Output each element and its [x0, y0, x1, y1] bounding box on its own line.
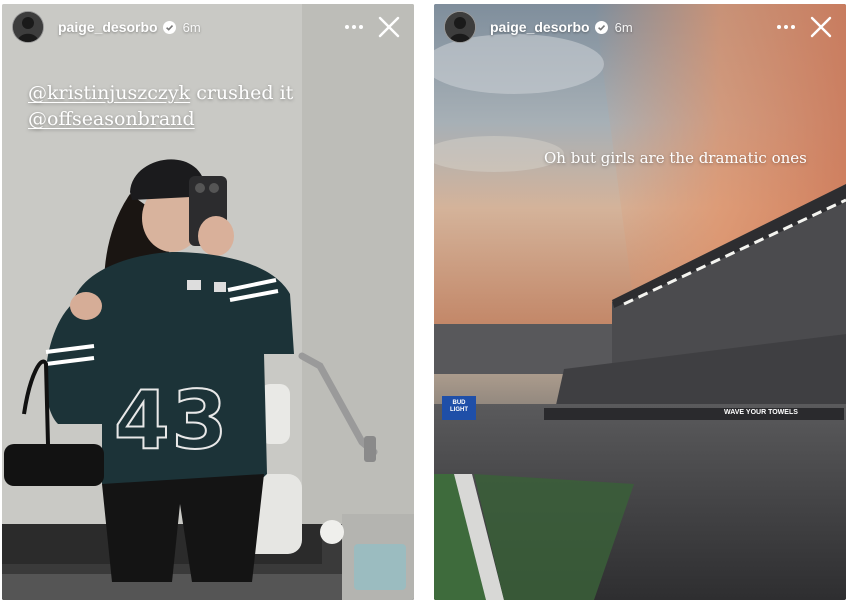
avatar[interactable]	[444, 11, 476, 43]
username[interactable]: paige_desorbo	[490, 19, 590, 35]
verified-badge-icon	[162, 20, 176, 34]
ad-sign-towels: WAVE YOUR TOWELS	[724, 409, 798, 416]
avatar[interactable]	[12, 11, 44, 43]
verified-badge-icon	[594, 20, 608, 34]
more-options-button[interactable]	[772, 17, 800, 37]
more-horizontal-icon	[777, 25, 795, 29]
post-time: 6m	[182, 19, 201, 35]
story-header: paige_desorbo 6m	[12, 10, 404, 44]
story-caption: Oh but girls are the dramatic ones	[544, 149, 807, 167]
mention-link[interactable]: @offseasonbrand	[28, 108, 195, 130]
jacket-number: 43	[113, 373, 230, 468]
username[interactable]: paige_desorbo	[58, 19, 158, 35]
story-caption: @kristinjuszczyk crushed it @offseasonbr…	[28, 80, 293, 132]
stadium-photo	[434, 4, 846, 600]
post-time: 6m	[614, 19, 633, 35]
story-right[interactable]: BUD LIGHT WAVE YOUR TOWELS paige_desorbo…	[434, 4, 846, 600]
ad-sign-bud-light: BUD LIGHT	[450, 400, 468, 413]
profile-photo-icon	[445, 12, 475, 42]
story-header: paige_desorbo 6m	[444, 10, 836, 44]
profile-photo-icon	[13, 12, 43, 42]
close-button[interactable]	[374, 12, 404, 42]
close-button[interactable]	[806, 12, 836, 42]
more-horizontal-icon	[345, 25, 363, 29]
close-icon	[810, 16, 832, 38]
close-icon	[378, 16, 400, 38]
more-options-button[interactable]	[340, 17, 368, 37]
story-left[interactable]: 43 paige_desorbo 6m @kristinjuszczyk cru…	[2, 4, 414, 600]
mention-link[interactable]: @kristinjuszczyk	[28, 82, 190, 104]
caption-text: crushed it	[190, 82, 294, 104]
